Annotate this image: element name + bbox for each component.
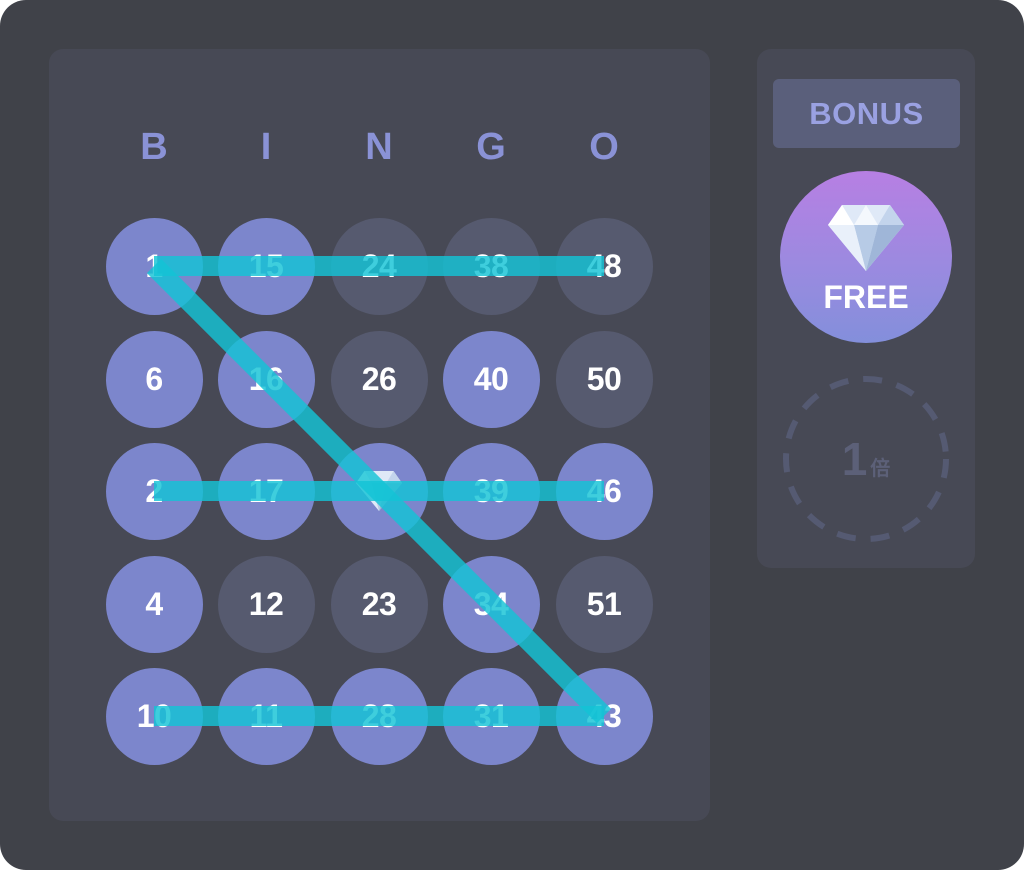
- cell-number: 10: [136, 697, 172, 734]
- cell-number: 28: [361, 697, 397, 734]
- bingo-cell[interactable]: 43: [555, 667, 653, 765]
- bingo-cell[interactable]: 10: [105, 667, 203, 765]
- bingo-cell[interactable]: 11: [217, 667, 315, 765]
- cell-number: 6: [145, 360, 163, 397]
- diamond-icon: [828, 205, 904, 271]
- cell-number: 1: [145, 247, 163, 284]
- header-letter-n: N: [365, 126, 393, 168]
- bingo-cell[interactable]: 12: [217, 555, 315, 653]
- cell-number: 38: [473, 247, 509, 284]
- bingo-cell[interactable]: 24: [330, 217, 428, 315]
- cell-number: 34: [473, 585, 509, 622]
- free-bonus-ball[interactable]: FREE: [780, 171, 952, 343]
- cell-number: 48: [586, 247, 622, 284]
- cell-number: 2: [145, 472, 163, 509]
- multiplier-value: 1: [841, 433, 868, 485]
- bingo-cell[interactable]: 26: [330, 330, 428, 428]
- cell-number: 26: [361, 360, 397, 397]
- bingo-cell[interactable]: 39: [442, 442, 540, 540]
- multiplier-slot: 1倍: [781, 374, 951, 544]
- cell-number: 50: [586, 360, 622, 397]
- bingo-cell[interactable]: 17: [217, 442, 315, 540]
- header-letter-i: I: [260, 126, 272, 168]
- diamond-icon: [356, 471, 402, 511]
- bingo-cell[interactable]: 28: [330, 667, 428, 765]
- free-label: FREE: [823, 279, 909, 315]
- header-letter-g: G: [476, 126, 506, 168]
- bingo-cell[interactable]: 15: [217, 217, 315, 315]
- cell-number: 24: [361, 247, 397, 284]
- multiplier-label: 1倍: [781, 432, 951, 486]
- bingo-cell[interactable]: 2: [105, 442, 203, 540]
- bingo-cell[interactable]: 50: [555, 330, 653, 428]
- bingo-game-frame: BONUS FREE 1倍 B I N G O 1 15 24 38 48 6 16 26 40 50 2 17…: [0, 0, 1024, 870]
- header-letter-o: O: [589, 126, 619, 168]
- bonus-label: BONUS: [773, 79, 960, 148]
- cell-number: 17: [248, 472, 284, 509]
- cell-number: 15: [248, 247, 284, 284]
- cell-number: 16: [248, 360, 284, 397]
- bingo-cell[interactable]: 31: [442, 667, 540, 765]
- bingo-cell[interactable]: 16: [217, 330, 315, 428]
- bingo-cell[interactable]: 46: [555, 442, 653, 540]
- cell-number: 23: [361, 585, 397, 622]
- bingo-cell[interactable]: 6: [105, 330, 203, 428]
- cell-number: 11: [249, 697, 283, 734]
- bingo-cell[interactable]: 23: [330, 555, 428, 653]
- cell-number: 51: [586, 585, 622, 622]
- cell-number: 40: [473, 360, 509, 397]
- multiplier-unit: 倍: [870, 458, 891, 480]
- cell-number: 43: [586, 697, 622, 734]
- bingo-cell[interactable]: 34: [442, 555, 540, 653]
- bingo-cell[interactable]: 1: [105, 217, 203, 315]
- free-space-cell[interactable]: [330, 442, 428, 540]
- cell-number: 39: [473, 472, 509, 509]
- cell-number: 46: [586, 472, 622, 509]
- bingo-cell[interactable]: 4: [105, 555, 203, 653]
- bingo-cell[interactable]: 51: [555, 555, 653, 653]
- cell-number: 12: [248, 585, 284, 622]
- bingo-cell[interactable]: 40: [442, 330, 540, 428]
- bingo-cell[interactable]: 38: [442, 217, 540, 315]
- header-letter-b: B: [140, 126, 168, 168]
- cell-number: 4: [145, 585, 163, 622]
- cell-number: 31: [473, 697, 509, 734]
- bingo-cell[interactable]: 48: [555, 217, 653, 315]
